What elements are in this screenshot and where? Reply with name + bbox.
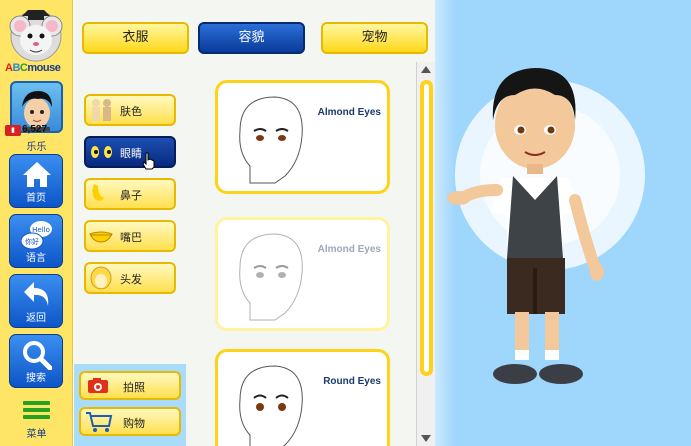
brand-name: ABCmouse	[5, 62, 61, 74]
svg-text:你好: 你好	[25, 237, 39, 246]
back-label: 返回	[26, 313, 46, 324]
category-nose-label: 鼻子	[120, 189, 142, 202]
ticket-icon: ▮	[5, 125, 21, 136]
scroll-up-icon[interactable]	[421, 66, 431, 73]
option-almond-eyes[interactable]: Almond Eyes	[215, 80, 390, 194]
language-button[interactable]: Hello 你好 语言	[9, 214, 63, 268]
shopping-cart-icon	[86, 412, 113, 432]
head-sketch-icon	[239, 96, 303, 184]
language-icon: Hello 你好	[21, 221, 52, 250]
menu-icon[interactable]	[23, 401, 50, 421]
category-eyes-label: 眼睛	[120, 147, 142, 160]
category-skin[interactable]: 肤色	[84, 94, 176, 126]
head-sketch-icon	[239, 365, 303, 446]
category-mouth[interactable]: 嘴巴	[84, 220, 176, 252]
option-name: Round Eyes	[323, 376, 381, 387]
category-hair-label: 头发	[120, 273, 142, 286]
menu-label[interactable]: 菜单	[0, 425, 73, 440]
hand-cursor-icon	[142, 152, 155, 170]
tab-clothes[interactable]: 衣服	[82, 22, 189, 54]
search-button[interactable]: 搜索	[9, 334, 63, 388]
option-almond-eyes-alt[interactable]: Almond Eyes	[215, 217, 390, 331]
scroll-thumb[interactable]	[420, 80, 433, 376]
eyes-icon	[91, 146, 112, 158]
magnifier-icon	[23, 341, 52, 370]
scroll-down-icon[interactable]	[421, 435, 431, 442]
options-scrollbar[interactable]	[416, 62, 435, 446]
take-photo-button[interactable]: 拍照	[79, 371, 181, 400]
tab-appearance[interactable]: 容貌	[198, 22, 305, 54]
user-name: 乐乐	[26, 142, 47, 153]
category-eyes[interactable]: 眼睛	[84, 136, 176, 170]
nose-icon	[92, 184, 104, 201]
category-skin-label: 肤色	[120, 105, 142, 118]
category-mouth-label: 嘴巴	[120, 231, 142, 244]
search-label: 搜索	[26, 373, 46, 384]
back-arrow-icon	[24, 282, 49, 306]
mouth-icon	[89, 231, 113, 243]
home-label: 首页	[26, 193, 46, 204]
category-nose[interactable]: 鼻子	[84, 178, 176, 210]
category-list: 肤色 眼睛 鼻子 嘴巴 头发	[74, 62, 189, 366]
option-name: Almond Eyes	[317, 107, 381, 118]
tab-pets[interactable]: 宠物	[321, 22, 428, 54]
category-hair[interactable]: 头发	[84, 262, 176, 294]
tab-bar: 衣服 容貌 宠物	[74, 0, 435, 62]
shopping-label: 购物	[123, 417, 145, 430]
option-name: Almond Eyes	[317, 244, 381, 255]
camera-icon	[88, 378, 108, 393]
wardrobe-panel: 衣服 容貌 宠物 肤色 眼睛 鼻子 嘴巴 头发 拍照 购物 Almond Eye…	[74, 0, 435, 446]
action-area: 拍照 购物	[74, 364, 186, 446]
option-round-eyes[interactable]: Round Eyes	[215, 349, 390, 446]
left-navigation: ABCmouse ▮ 6,527 乐乐 首页 Hello 你好 语言 返回 搜索…	[0, 0, 73, 446]
take-photo-label: 拍照	[123, 381, 145, 394]
hair-icon	[90, 266, 112, 290]
back-button[interactable]: 返回	[9, 274, 63, 328]
avatar-character[interactable]	[435, 0, 691, 446]
skin-tone-icon	[92, 99, 111, 121]
ticket-count: 6,527	[22, 124, 48, 135]
eye-options-list: Almond Eyes Almond Eyes Round Eyes	[189, 62, 416, 446]
home-button[interactable]: 首页	[9, 154, 63, 208]
avatar-stage	[435, 0, 691, 446]
shopping-button[interactable]: 购物	[79, 407, 181, 436]
head-sketch-icon	[239, 233, 303, 321]
home-icon	[23, 162, 51, 187]
abcmouse-logo[interactable]	[6, 4, 66, 62]
svg-text:Hello: Hello	[32, 226, 50, 234]
language-label: 语言	[26, 253, 46, 264]
